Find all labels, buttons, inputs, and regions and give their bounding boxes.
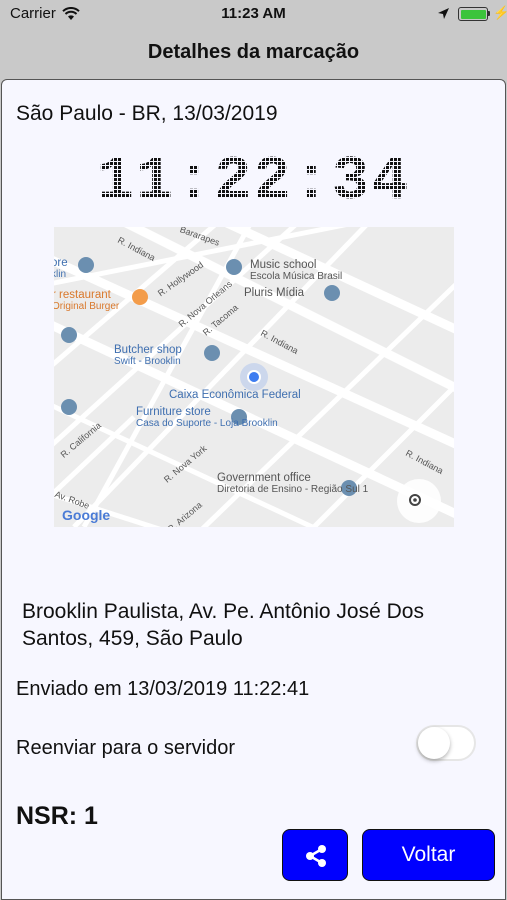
status-bar: Carrier 11:23 AM ⚡ [0, 0, 507, 28]
resend-toggle[interactable] [416, 725, 476, 761]
status-time: 11:23 AM [221, 5, 286, 22]
sent-timestamp: Enviado em 13/03/2019 11:22:41 [16, 678, 310, 700]
map-poi[interactable]: r restaurant Original Burger [54, 289, 119, 312]
page-title: Detalhes da marcação [147, 41, 360, 63]
battery-icon [458, 7, 488, 21]
share-icon [306, 845, 326, 867]
map-poi[interactable]: Music school Escola Música Brasil [250, 259, 342, 282]
back-button[interactable]: Voltar [362, 829, 495, 881]
map-poi[interactable]: Pluris Mídia [244, 287, 304, 299]
map-view[interactable]: Music school Escola Música Brasil r resta… [54, 227, 454, 527]
punch-clock: 11:22:34 [96, 146, 411, 217]
location-date: São Paulo - BR, 13/03/2019 [16, 102, 278, 125]
map-poi[interactable]: Butcher shop Swift - Brooklin [114, 344, 182, 367]
charging-icon: ⚡ [493, 5, 507, 20]
nsr-label: NSR: 1 [16, 802, 98, 830]
toggle-knob [418, 727, 450, 759]
nav-bar: Detalhes da marcação [0, 28, 507, 78]
location-arrow-icon [437, 7, 450, 25]
share-button[interactable] [282, 829, 348, 881]
resend-label: Reenviar para o servidor [16, 737, 235, 759]
details-card: São Paulo - BR, 13/03/2019 11:22:34 Musi… [1, 79, 506, 900]
map-poi[interactable]: oreklin [54, 257, 68, 280]
google-logo: Google [62, 507, 111, 523]
address-text: Brooklin Paulista, Av. Pe. Antônio José … [22, 600, 424, 650]
battery-tip [488, 11, 490, 16]
map-poi[interactable]: Furniture store Casa do Suporte - Loja Br… [136, 406, 278, 429]
map-poi[interactable]: Government office Diretoria de Ensino - R… [217, 472, 368, 495]
map-poi[interactable]: Caixa Econômica Federal [169, 389, 301, 401]
